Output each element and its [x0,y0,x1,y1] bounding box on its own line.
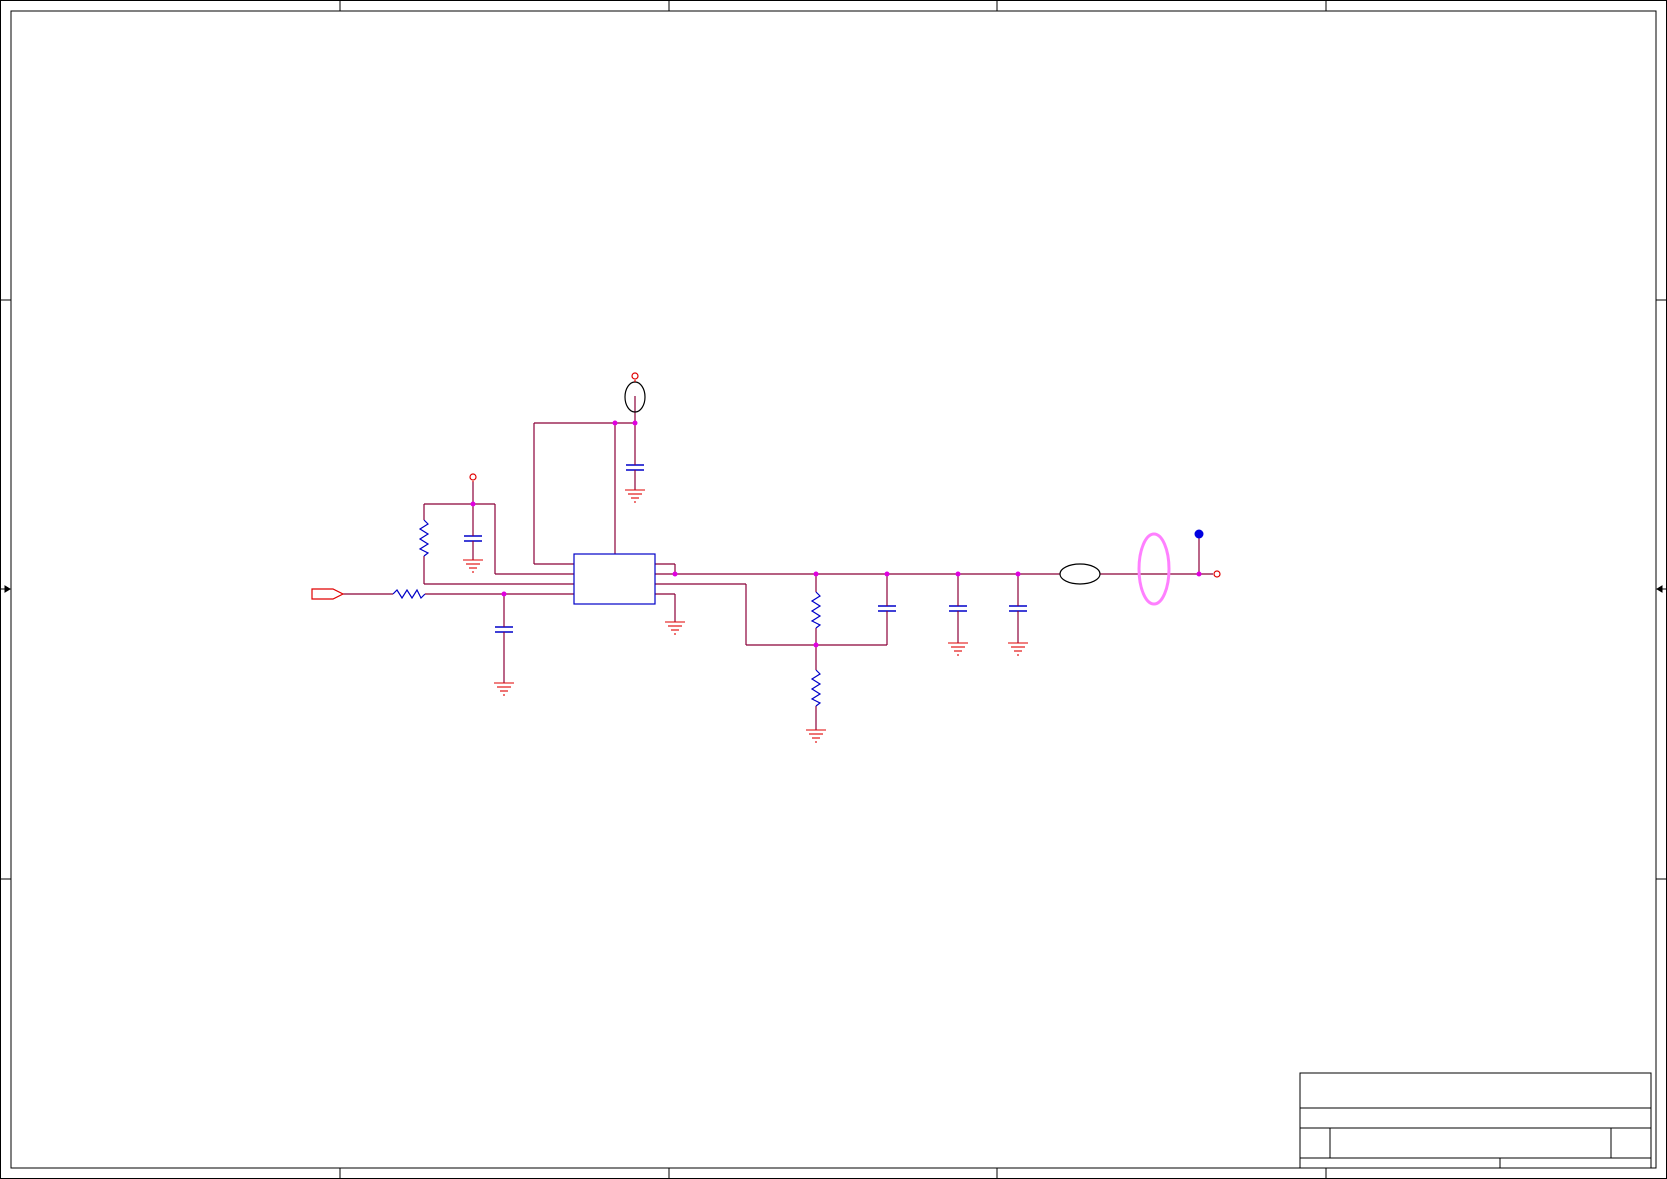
resistor-feedback-top [810,591,822,629]
ground-icon [665,621,685,635]
inductor-output [1059,563,1101,585]
cap-feedback [878,605,896,612]
power-port-pullup [469,473,477,481]
ground-icon [948,642,968,656]
cap-vin-bypass [464,535,482,542]
ground-icon [806,729,826,743]
ground-icon [494,682,514,696]
title-block [1299,1072,1652,1169]
ground-icon [625,489,645,503]
regulator-ic [573,553,656,605]
center-arrow-right [1656,585,1667,593]
cap-input-filter [495,626,513,633]
cap-supply [626,464,644,471]
junctions [470,420,1202,648]
test-point-dot [1194,529,1204,539]
ground-icon [463,559,483,573]
resistor-pullup [418,519,430,557]
center-arrow-left [0,585,11,593]
wires [343,396,1213,730]
schematic-sheet [0,0,1667,1179]
input-port [311,588,345,600]
ground-icon [1008,642,1028,656]
resistors [392,519,822,707]
sheet-frame [0,0,1667,1179]
cap-output-1 [949,605,967,612]
resistor-input [392,588,426,600]
power-ports [469,372,1221,578]
power-port-output [1213,570,1221,578]
highlight-loop [1137,532,1171,606]
resistor-feedback-bottom [810,669,822,707]
power-port-supply [631,372,639,380]
cap-output-2 [1009,605,1027,612]
